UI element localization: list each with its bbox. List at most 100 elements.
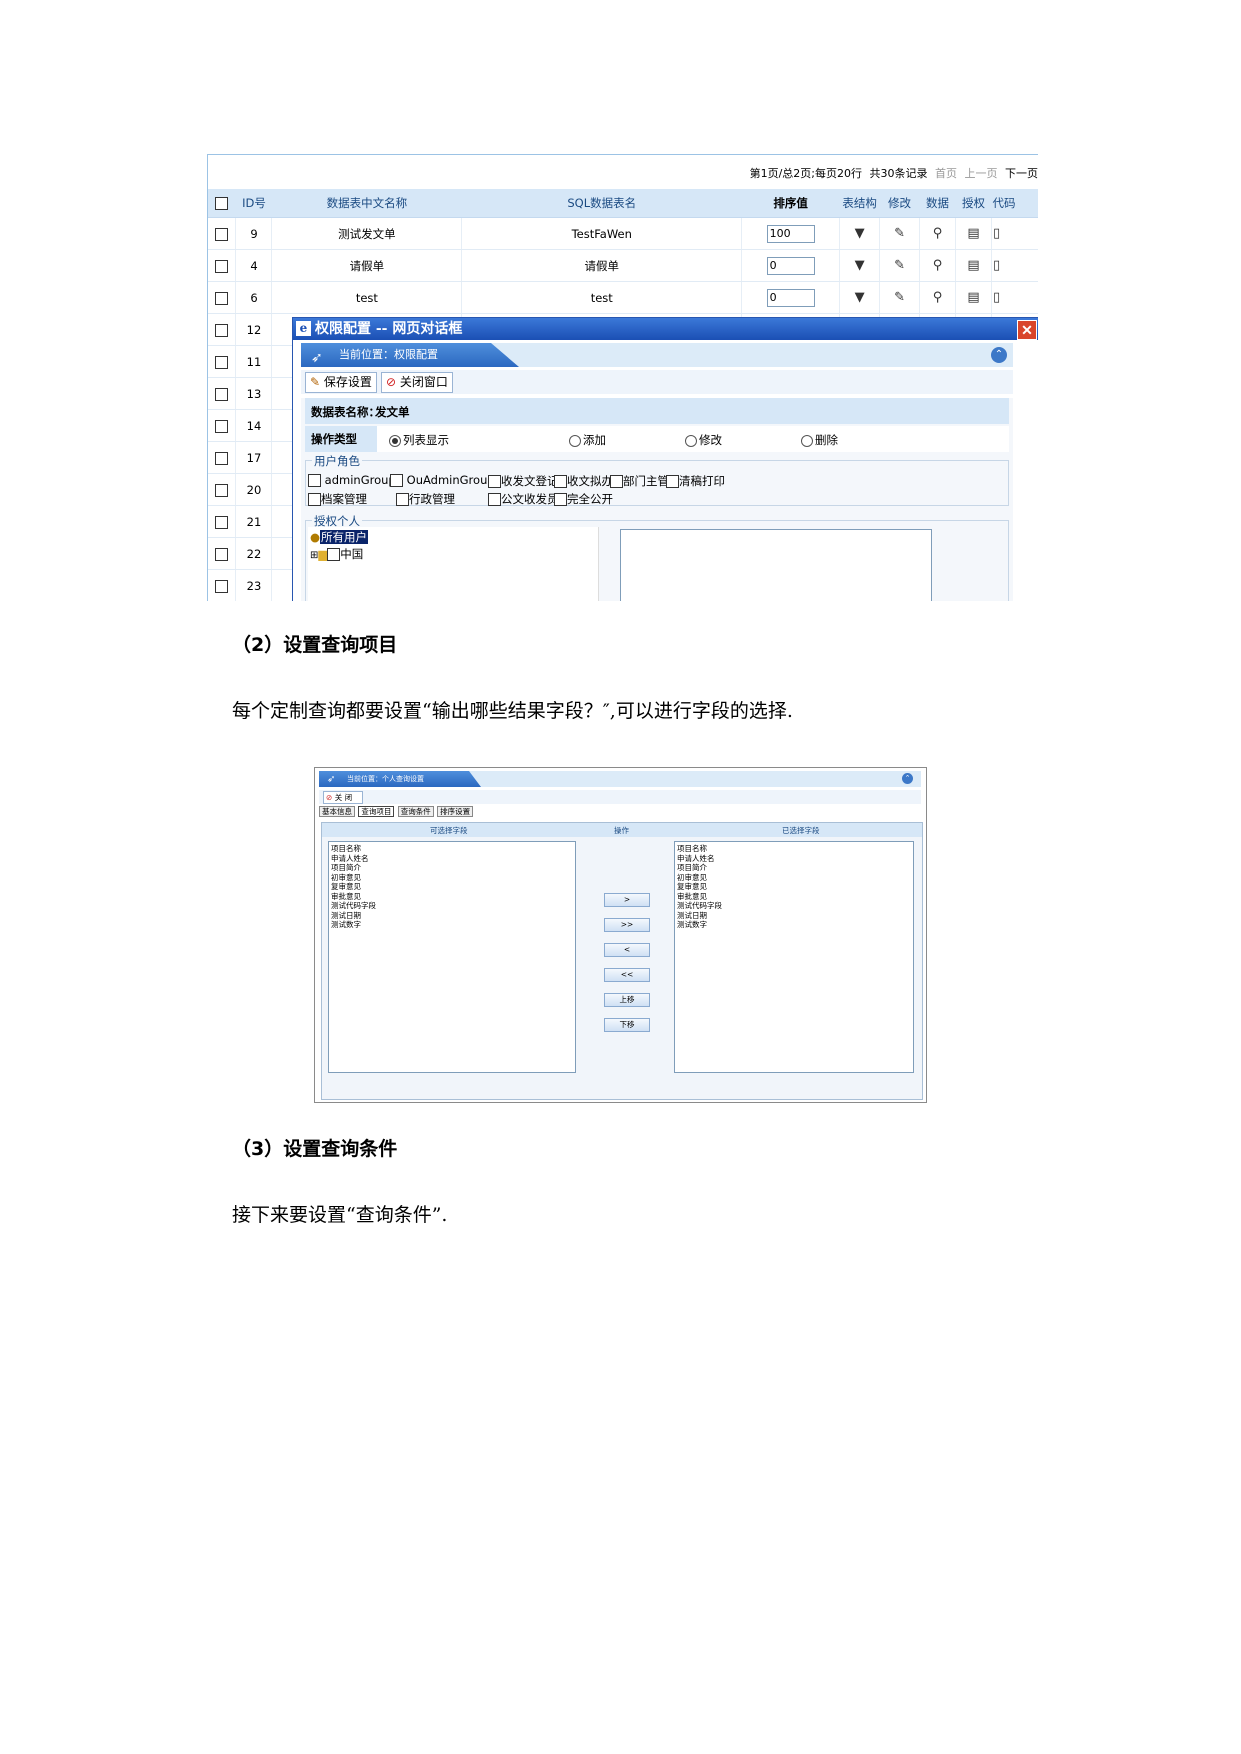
row-checkbox[interactable] xyxy=(208,281,237,314)
list-item[interactable]: 测试数字 xyxy=(677,920,911,930)
code-icon[interactable]: ▯ xyxy=(993,227,1007,241)
role-checkbox[interactable]: 收发文登记 xyxy=(488,473,559,489)
row-sql-name: 请假单 xyxy=(461,249,743,282)
next-page-link[interactable]: 下一页 xyxy=(1005,167,1038,180)
structure-icon[interactable]: ▼ xyxy=(853,259,867,273)
auth-icon[interactable]: ▤ xyxy=(967,227,981,241)
ie-icon: e xyxy=(296,321,311,336)
close-button[interactable]: ⊘ 关 闭 xyxy=(323,791,364,804)
row-id: 17 xyxy=(235,441,273,474)
user-icon: ● xyxy=(310,530,321,544)
select-all-checkbox[interactable] xyxy=(208,189,236,218)
move-up-button[interactable]: 上移 xyxy=(604,993,650,1007)
collapse-icon[interactable]: ⌃ xyxy=(991,347,1007,363)
edit-icon[interactable]: ✎ xyxy=(893,291,907,305)
role-checkbox[interactable]: 收文拟办 xyxy=(554,473,613,489)
list-item[interactable]: 项目简介 xyxy=(331,863,573,873)
list-item[interactable]: 测试代码字段 xyxy=(331,901,573,911)
row-id: 14 xyxy=(235,409,273,442)
sort-input[interactable]: 0 xyxy=(766,256,815,275)
list-item[interactable]: 审批意见 xyxy=(677,892,911,902)
close-window-button[interactable]: ⊘ 关闭窗口 xyxy=(381,372,453,393)
tab-query-conditions[interactable]: 查询条件 xyxy=(397,806,434,817)
location-bar: ➶ 当前位置：权限配置 ⌃ xyxy=(301,343,1013,367)
table-name-label: 数据表名称： xyxy=(311,405,380,419)
close-icon[interactable]: ✕ xyxy=(1017,320,1037,340)
save-settings-button[interactable]: ✎ 保存设置 xyxy=(305,372,377,393)
section2-heading: （2）设置查询项目 xyxy=(232,634,398,656)
list-item[interactable]: 初审意见 xyxy=(677,873,911,883)
user-tree: ●所有用户 ⊞▆ 中国 xyxy=(308,527,599,601)
list-item[interactable]: 测试代码字段 xyxy=(677,901,911,911)
available-fields-list[interactable]: 项目名称 申请人姓名 项目简介 初审意见 复审意见 审批意见 测试代码字段 测试… xyxy=(328,841,576,1073)
role-checkbox[interactable]: 公文收发员 xyxy=(488,491,559,507)
list-item[interactable]: 复审意见 xyxy=(331,882,573,892)
move-left-button[interactable]: < xyxy=(604,943,650,957)
role-checkbox[interactable]: 部门主管 xyxy=(610,473,669,489)
table-name-row: 数据表名称： 发文单 xyxy=(305,398,1009,424)
collapse-icon[interactable]: ⌃ xyxy=(902,773,913,784)
role-checkbox[interactable]: OuAdminGroup xyxy=(390,473,495,487)
op-list-radio[interactable]: 列表显示 xyxy=(389,432,449,448)
roles-fieldset: 用户角色 adminGroup OuAdminGroup 收发文登记 收文拟办 … xyxy=(305,453,1009,507)
sort-input[interactable]: 100 xyxy=(766,224,815,243)
op-add-radio[interactable]: 添加 xyxy=(569,432,606,448)
row-id: 6 xyxy=(235,281,273,314)
table-row: 6 test test 0 ▼ ✎ ⚲ ▤ ▯ xyxy=(208,281,1038,314)
code-icon[interactable]: ▯ xyxy=(993,259,1007,273)
auth-icon[interactable]: ▤ xyxy=(967,291,981,305)
op-edit-radio[interactable]: 修改 xyxy=(685,432,722,448)
move-down-button[interactable]: 下移 xyxy=(604,1018,650,1032)
selector-header: 可选择字段 操作 已选择字段 xyxy=(322,823,922,837)
edit-icon[interactable]: ✎ xyxy=(893,227,907,241)
row-checkbox[interactable] xyxy=(208,217,237,250)
search-icon[interactable]: ⚲ xyxy=(931,291,945,305)
sort-input[interactable]: 0 xyxy=(766,288,815,307)
role-checkbox[interactable]: adminGroup xyxy=(308,473,396,487)
list-item[interactable]: 项目简介 xyxy=(677,863,911,873)
list-item[interactable]: 项目名称 xyxy=(677,844,911,854)
first-page-link[interactable]: 首页 xyxy=(935,167,957,180)
role-checkbox[interactable]: 清稿打印 xyxy=(666,473,725,489)
structure-icon[interactable]: ▼ xyxy=(853,227,867,241)
search-icon[interactable]: ⚲ xyxy=(931,227,945,241)
search-icon[interactable]: ⚲ xyxy=(931,259,945,273)
prev-page-link[interactable]: 上一页 xyxy=(965,167,998,180)
move-right-button[interactable]: > xyxy=(604,893,650,907)
list-item[interactable]: 初审意见 xyxy=(331,873,573,883)
row-checkbox[interactable] xyxy=(208,249,237,282)
list-item[interactable]: 申请人姓名 xyxy=(677,854,911,864)
code-icon[interactable]: ▯ xyxy=(993,291,1007,305)
role-checkbox[interactable]: 完全公开 xyxy=(554,491,613,507)
list-item[interactable]: 复审意见 xyxy=(677,882,911,892)
structure-icon[interactable]: ▼ xyxy=(853,291,867,305)
role-checkbox[interactable]: 行政管理 xyxy=(396,491,455,507)
move-all-left-button[interactable]: << xyxy=(604,968,650,982)
list-item[interactable]: 审批意见 xyxy=(331,892,573,902)
edit-icon: ✎ xyxy=(310,375,321,389)
tab-sort-settings[interactable]: 排序设置 xyxy=(437,806,474,817)
tree-node-china[interactable]: ⊞▆ 中国 xyxy=(310,546,363,562)
move-all-right-button[interactable]: >> xyxy=(604,918,650,932)
edit-icon[interactable]: ✎ xyxy=(893,259,907,273)
col-cn-name: 数据表中文名称 xyxy=(271,189,462,218)
list-item[interactable]: 测试数字 xyxy=(331,920,573,930)
role-checkbox[interactable]: 档案管理 xyxy=(308,491,367,507)
col-sort: 排序值 xyxy=(741,189,840,218)
auth-icon[interactable]: ▤ xyxy=(967,259,981,273)
tree-root[interactable]: ●所有用户 xyxy=(310,529,369,545)
roles-legend: 用户角色 xyxy=(312,453,362,469)
tab-query-items[interactable]: 查询项目 xyxy=(358,806,395,817)
selected-users-box[interactable] xyxy=(620,529,932,601)
op-type-row: 操作类型 列表显示 添加 修改 删除 xyxy=(305,426,1009,452)
section2-body: 每个定制查询都要设置“输出哪些结果字段？″,可以进行字段的选择. xyxy=(232,700,793,722)
list-item[interactable]: 项目名称 xyxy=(331,844,573,854)
list-item[interactable]: 申请人姓名 xyxy=(331,854,573,864)
tab-basic[interactable]: 基本信息 xyxy=(319,806,355,817)
op-delete-radio[interactable]: 删除 xyxy=(801,432,838,448)
bird-icon: ➶ xyxy=(327,774,336,785)
list-item[interactable]: 测试日期 xyxy=(677,911,911,921)
list-item[interactable]: 测试日期 xyxy=(331,911,573,921)
selected-fields-list[interactable]: 项目名称 申请人姓名 项目简介 初审意见 复审意见 审批意见 测试代码字段 测试… xyxy=(674,841,914,1073)
table-row: 4 请假单 请假单 0 ▼ ✎ ⚲ ▤ ▯ xyxy=(208,249,1038,282)
